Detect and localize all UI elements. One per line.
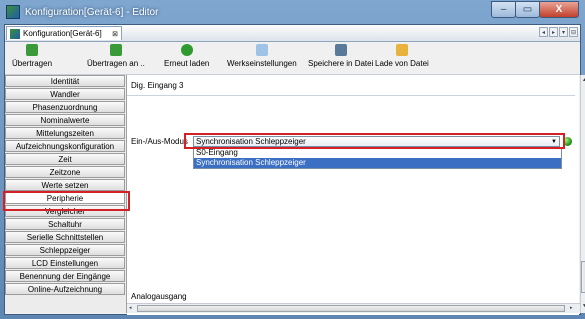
- close-button[interactable]: X: [539, 1, 579, 18]
- sidebar-item-aufzeichnungskonfiguration[interactable]: Aufzeichnungskonfiguration: [5, 140, 125, 152]
- save-file-label: Speichere in Datei: [308, 59, 374, 68]
- status-ok-icon: [563, 137, 572, 146]
- tab-scroll-right-icon[interactable]: ▸: [549, 27, 558, 37]
- reload-icon: [180, 44, 193, 56]
- tab-konfiguration[interactable]: Konfiguration[Gerät-6] ⊠: [6, 26, 122, 40]
- sidebar-item-vergleicher[interactable]: Vergleicher: [5, 205, 125, 217]
- title-bar[interactable]: Konfiguration[Gerät-6] - Editor – ▭ X: [0, 0, 585, 24]
- sidebar-item-zeitzone[interactable]: Zeitzone: [5, 166, 125, 178]
- sidebar-item-schaltuhr[interactable]: Schaltuhr: [5, 218, 125, 230]
- tab-bar: Konfiguration[Gerät-6] ⊠ ◂ ▸ ▾ ⊟: [5, 25, 580, 42]
- sidebar-item-werte-setzen[interactable]: Werte setzen: [5, 179, 125, 191]
- config-icon: [10, 28, 20, 39]
- tab-close-icon[interactable]: ⊠: [112, 30, 118, 38]
- factory-settings-label: Werkseinstellungen: [227, 59, 297, 68]
- sidebar-item-online-aufzeichnung[interactable]: Online-Aufzeichnung: [5, 283, 125, 295]
- dropdown-option-selected[interactable]: Synchronisation Schleppzeiger: [194, 158, 561, 168]
- window-title: Konfiguration[Gerät-6] - Editor: [25, 6, 159, 18]
- sidebar-item-lcd-einstellungen[interactable]: LCD Einstellungen: [5, 257, 125, 269]
- dropdown-option[interactable]: S0-Eingang: [194, 148, 561, 158]
- factory-settings-button[interactable]: Werkseinstellungen: [227, 44, 297, 68]
- sidebar-item-benennung-der-eingaenge[interactable]: Benennung der Eingänge: [5, 270, 125, 282]
- sidebar-item-serielle-schnittstellen[interactable]: Serielle Schnittstellen: [5, 231, 125, 243]
- chevron-down-icon[interactable]: ▼: [551, 139, 557, 145]
- transfer-icon: [26, 44, 39, 56]
- tab-restore-icon[interactable]: ⊟: [569, 27, 578, 37]
- settings-panel: Dig. Eingang 3 Ein-/Aus-Modus Synchronis…: [127, 75, 579, 313]
- sidebar-item-wandler[interactable]: Wandler: [5, 88, 125, 100]
- tab-label: Konfiguration[Gerät-6]: [23, 29, 102, 38]
- factory-settings-icon: [255, 44, 268, 56]
- maximize-button[interactable]: ▭: [515, 1, 540, 18]
- editor-window: Konfiguration[Gerät-6] - Editor – ▭ X Ko…: [0, 0, 585, 319]
- transfer-to-label: Übertragen an ..: [87, 59, 145, 68]
- section-title-analog-output: Analogausgang: [131, 292, 187, 301]
- minimize-button[interactable]: –: [491, 1, 516, 18]
- clipped-row: [127, 313, 579, 315]
- scrollbar-thumb[interactable]: [581, 261, 585, 293]
- app-icon: [6, 5, 20, 19]
- sidebar-item-zeit[interactable]: Zeit: [5, 153, 125, 165]
- h-scrollbar-thumb[interactable]: [137, 305, 565, 312]
- load-file-button[interactable]: Lade von Datei: [375, 44, 429, 68]
- sidebar-item-peripherie[interactable]: Peripherie: [5, 192, 125, 204]
- mode-dropdown-list: S0-Eingang Synchronisation Schleppzeiger: [193, 147, 562, 169]
- scroll-left-icon[interactable]: ◂: [129, 305, 132, 311]
- tab-scroll-left-icon[interactable]: ◂: [539, 27, 548, 37]
- mode-label: Ein-/Aus-Modus: [131, 137, 188, 146]
- mode-select[interactable]: Synchronisation Schleppzeiger ▼: [193, 136, 560, 147]
- toolbar: Übertragen Übertragen an .. Erneut laden…: [5, 42, 580, 75]
- transfer-label: Übertragen: [12, 59, 53, 68]
- mode-select-value: Synchronisation Schleppzeiger: [196, 137, 306, 146]
- sidebar-item-mittelungszeiten[interactable]: Mittelungszeiten: [5, 127, 125, 139]
- vertical-scrollbar[interactable]: ▲ ▼: [580, 75, 585, 313]
- sidebar-item-identitaet[interactable]: Identität: [5, 75, 125, 87]
- sidebar-item-phasenzuordnung[interactable]: Phasenzuordnung: [5, 101, 125, 113]
- transfer-to-button[interactable]: Übertragen an ..: [87, 44, 145, 68]
- transfer-button[interactable]: Übertragen: [12, 44, 52, 68]
- sidebar-nav: Identität Wandler Phasenzuordnung Nomina…: [5, 75, 127, 313]
- load-file-label: Lade von Datei: [375, 59, 429, 68]
- section-title-digital-input: Dig. Eingang 3: [131, 81, 184, 90]
- scroll-right-icon[interactable]: ▸: [570, 305, 573, 311]
- transfer-to-icon: [109, 44, 122, 56]
- save-file-button[interactable]: Speichere in Datei: [308, 44, 373, 68]
- tab-navigation: ◂ ▸ ▾ ⊟: [538, 27, 578, 37]
- load-file-icon: [395, 44, 408, 56]
- reload-button[interactable]: Erneut laden: [164, 44, 209, 68]
- sidebar-item-nominalwerte[interactable]: Nominalwerte: [5, 114, 125, 126]
- tab-list-icon[interactable]: ▾: [559, 27, 568, 37]
- client-area: Konfiguration[Gerät-6] ⊠ ◂ ▸ ▾ ⊟ Übertra…: [4, 24, 585, 315]
- window-controls: – ▭ X: [491, 1, 579, 18]
- horizontal-scrollbar[interactable]: ◂ ▸: [127, 303, 580, 313]
- save-file-icon: [334, 44, 347, 56]
- sidebar-item-schleppzeiger[interactable]: Schleppzeiger: [5, 244, 125, 256]
- section-divider: [127, 95, 575, 96]
- reload-label: Erneut laden: [164, 59, 210, 68]
